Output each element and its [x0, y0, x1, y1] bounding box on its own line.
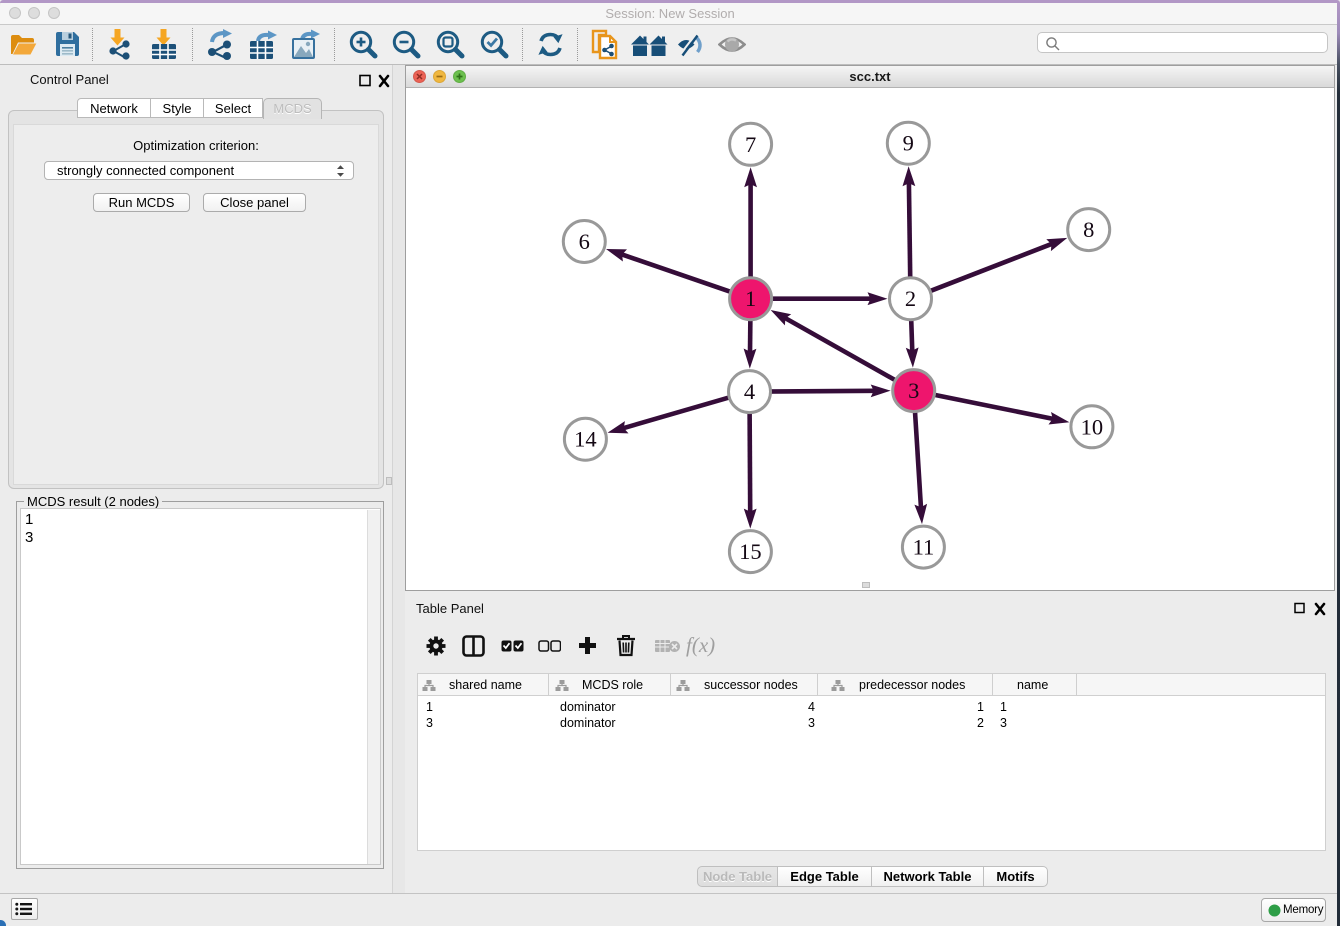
svg-text:7: 7 [745, 132, 756, 157]
svg-text:11: 11 [913, 535, 935, 560]
svg-text:6: 6 [579, 229, 590, 254]
svg-text:10: 10 [1081, 414, 1104, 439]
svg-text:15: 15 [739, 539, 762, 564]
svg-text:3: 3 [908, 378, 919, 403]
svg-text:2: 2 [905, 286, 916, 311]
svg-text:8: 8 [1083, 217, 1094, 242]
svg-text:14: 14 [574, 427, 597, 452]
svg-text:4: 4 [744, 379, 755, 404]
svg-text:1: 1 [745, 286, 756, 311]
svg-text:9: 9 [903, 131, 914, 156]
